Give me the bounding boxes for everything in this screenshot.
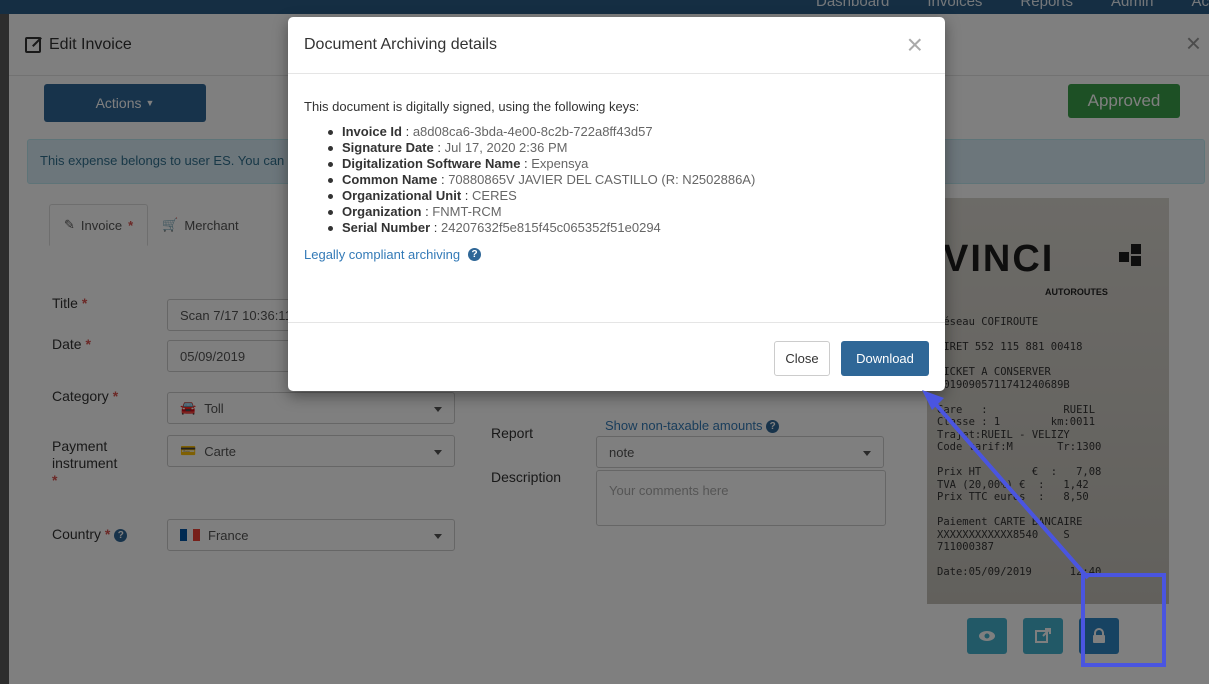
list-item: Common Name : 70880865V JAVIER DEL CASTI… bbox=[328, 172, 929, 188]
list-item: Organization : FNMT-RCM bbox=[328, 204, 929, 220]
legal-link-text: Legally compliant archiving bbox=[304, 247, 461, 262]
modal-title: Document Archiving details bbox=[304, 36, 497, 53]
legally-compliant-link[interactable]: Legally compliant archiving ? bbox=[304, 247, 929, 262]
list-item: Organizational Unit : CERES bbox=[328, 188, 929, 204]
annotation-highlight-box bbox=[1081, 573, 1166, 667]
list-item: Serial Number : 24207632f5e815f45c065352… bbox=[328, 220, 929, 236]
modal-footer: Close Download bbox=[288, 322, 945, 391]
modal-body: This document is digitally signed, using… bbox=[304, 99, 929, 262]
signature-keys-list: Invoice Id : a8d08ca6-3bda-4e00-8c2b-722… bbox=[328, 124, 929, 236]
help-icon: ? bbox=[468, 248, 482, 261]
modal-header: Document Archiving details × bbox=[288, 17, 945, 74]
modal-close-icon[interactable]: × bbox=[907, 31, 923, 59]
download-button[interactable]: Download bbox=[841, 341, 929, 376]
list-item: Digitalization Software Name : Expensya bbox=[328, 156, 929, 172]
list-item: Invoice Id : a8d08ca6-3bda-4e00-8c2b-722… bbox=[328, 124, 929, 140]
archiving-details-modal: Document Archiving details × This docume… bbox=[288, 17, 945, 391]
modal-intro: This document is digitally signed, using… bbox=[304, 99, 640, 114]
list-item: Signature Date : Jul 17, 2020 2:36 PM bbox=[328, 140, 929, 156]
close-button[interactable]: Close bbox=[774, 341, 830, 376]
